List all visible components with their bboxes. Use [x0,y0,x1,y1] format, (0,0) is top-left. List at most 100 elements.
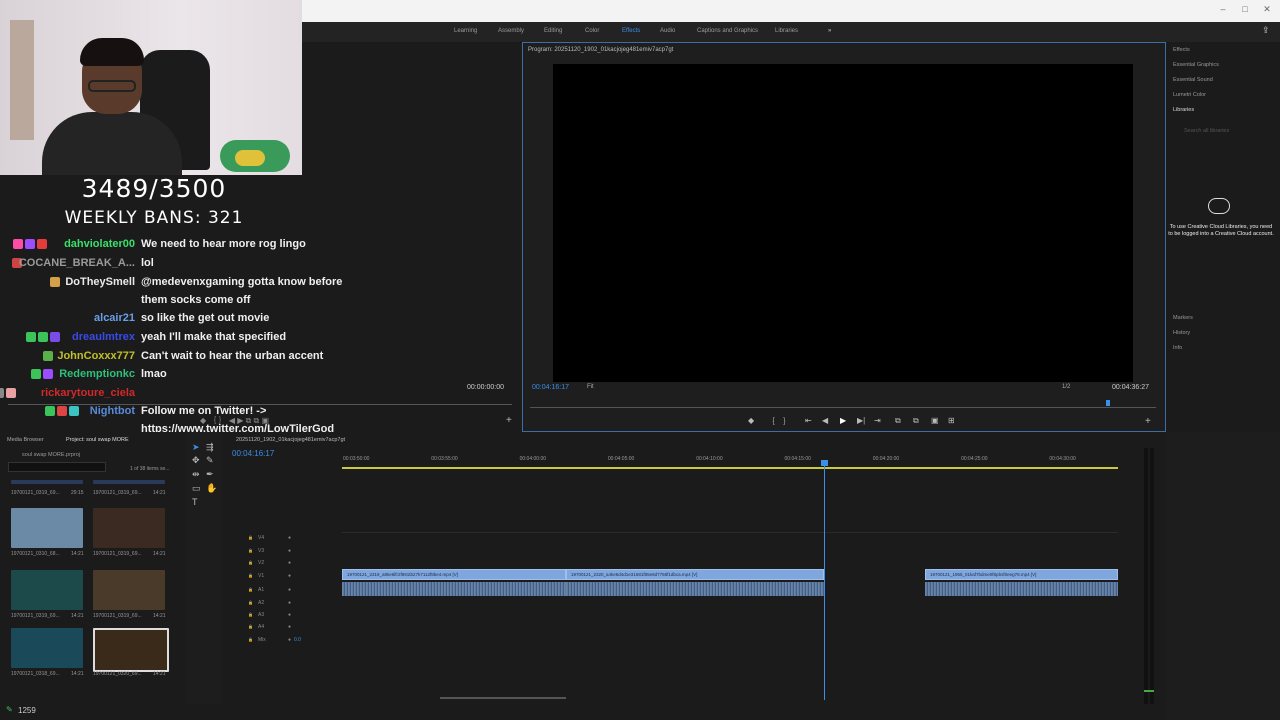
chat-username[interactable]: Nightbot [90,405,135,417]
track-label[interactable]: A1 [258,587,264,593]
compare-icon[interactable]: ⊞ [948,416,955,425]
type-tool-icon[interactable]: T [192,497,198,507]
media-thumbnail[interactable] [93,628,169,672]
timeline-timecode[interactable]: 00:04:16:17 [232,449,274,458]
add-button-icon[interactable]: + [506,415,512,426]
eye-icon[interactable]: ● [288,573,291,579]
panel-essential-graphics[interactable]: Essential Graphics [1173,62,1219,68]
audio-clip[interactable] [342,582,566,596]
tab-captions-graphics[interactable]: Captions and Graphics [697,28,758,34]
video-clip[interactable]: 19700121_2319_a8ke6lfr2f891tb27k7112f8be… [342,569,566,580]
rectangle-tool-icon[interactable]: ▭ [192,483,201,494]
media-thumbnail[interactable] [93,480,165,484]
share-icon[interactable]: ⇪ [1262,25,1270,36]
selection-tool-icon[interactable]: ➤ [192,442,200,453]
tab-media-browser[interactable]: Media Browser [7,437,44,443]
track-label[interactable]: A3 [258,612,264,618]
minimize-button[interactable]: – [1212,2,1234,16]
lock-icon[interactable]: 🔒 [248,637,253,642]
eye-icon[interactable]: ● [288,548,291,554]
chat-username[interactable]: DoTheySmell [65,276,135,288]
pen-tool-icon[interactable]: ✒ [206,469,214,480]
hand-tool-icon[interactable]: ✋ [206,483,217,494]
track-label[interactable]: V1 [258,573,264,579]
lock-icon[interactable]: 🔒 [248,587,253,592]
panel-libraries[interactable]: Libraries [1173,107,1194,113]
play-icon[interactable]: ▶ [840,416,846,425]
track-label[interactable]: Mix [258,637,266,643]
media-thumbnail[interactable] [11,628,83,668]
mic-icon[interactable]: ● [288,612,291,618]
track-label[interactable]: V3 [258,548,264,554]
track-label[interactable]: V4 [258,535,264,541]
lock-icon[interactable]: 🔒 [248,624,253,629]
chat-username[interactable]: dreaulmtrex [72,331,135,343]
sequence-tab[interactable]: 20251120_1902_01kacjojeg481emiv7acp7gt [236,437,345,443]
chat-username[interactable]: alcair21 [94,312,135,324]
program-playhead[interactable] [1106,400,1110,406]
track-label[interactable]: V2 [258,560,264,566]
add-button-icon[interactable]: + [1145,416,1151,427]
maximize-button[interactable]: □ [1234,2,1256,16]
track-label[interactable]: A2 [258,600,264,606]
step-forward-icon[interactable]: ▶| [857,416,865,425]
panel-effects[interactable]: Effects [1173,47,1190,53]
panel-lumetri-color[interactable]: Lumetri Color [1173,92,1206,98]
tab-editing[interactable]: Editing [544,28,562,34]
chat-username[interactable]: rickarytoure_ciela [41,387,135,399]
lock-icon[interactable]: 🔒 [248,573,253,578]
chat-username[interactable]: Redemptionkc [59,368,135,380]
eye-icon[interactable]: ● [288,560,291,566]
zoom-fit-select[interactable]: Fit [587,384,594,390]
media-thumbnail[interactable] [93,508,165,548]
panel-markers[interactable]: Markers [1173,315,1193,321]
timeline-playhead[interactable] [824,460,825,700]
timeline-scrollbar[interactable] [440,697,566,699]
track-label[interactable]: A4 [258,624,264,630]
lift-icon[interactable]: ⧉ [895,416,901,426]
mark-out-icon[interactable]: ｝ [783,416,791,427]
slip-tool-icon[interactable]: ⇹ [192,469,200,480]
chat-username[interactable]: JohnCoxxx777 [57,350,135,362]
move-tool-icon[interactable]: ✥ [192,455,200,466]
more-workspaces-button[interactable]: » [828,28,831,34]
program-ruler[interactable] [530,407,1156,408]
mix-value[interactable]: 0.0 [294,637,301,643]
libraries-search-input[interactable]: Search all libraries [1184,128,1229,134]
extract-icon[interactable]: ⧉ [913,416,919,426]
lock-icon[interactable]: 🔒 [248,560,253,565]
panel-essential-sound[interactable]: Essential Sound [1173,77,1213,83]
step-back-icon[interactable]: ◀ [822,416,828,425]
mic-icon[interactable]: ● [288,624,291,630]
tab-libraries[interactable]: Libraries [775,28,798,34]
resolution-select[interactable]: 1/2 [1062,384,1070,390]
audio-clip[interactable] [925,582,1118,596]
mic-icon[interactable]: ● [288,637,291,643]
media-thumbnail[interactable] [11,570,83,610]
media-thumbnail[interactable] [93,570,165,610]
program-title[interactable]: Program: 20251120_1902_01kacjojeg481emiv… [528,47,673,53]
chat-username[interactable]: COCANE_BREAK_A... [19,257,135,269]
chat-username[interactable]: dahviolater00 [64,238,135,250]
camera-icon[interactable]: ▣ [931,416,939,425]
lock-icon[interactable]: 🔒 [248,548,253,553]
lock-icon[interactable]: 🔒 [248,600,253,605]
tab-audio[interactable]: Audio [660,28,675,34]
tab-color[interactable]: Color [585,28,599,34]
project-search-input[interactable] [8,462,106,472]
panel-info[interactable]: Info [1173,345,1182,351]
ripple-edit-icon[interactable]: ✎ [206,455,214,466]
marker-icon[interactable]: ◆ [748,416,754,425]
close-button[interactable]: ✕ [1256,2,1278,16]
media-thumbnail[interactable] [11,480,83,484]
tab-learning[interactable]: Learning [454,28,477,34]
audio-clip[interactable] [566,582,824,596]
mic-icon[interactable]: ● [288,600,291,606]
eye-icon[interactable]: ● [288,535,291,541]
program-timecode[interactable]: 00:04:16:17 [532,384,569,391]
tab-assembly[interactable]: Assembly [498,28,524,34]
tab-effects[interactable]: Effects [622,28,640,34]
tab-project[interactable]: Project: soul swap MORE [66,437,129,443]
go-to-in-icon[interactable]: ⇤ [805,416,812,425]
mark-in-icon[interactable]: ｛ [767,416,775,427]
